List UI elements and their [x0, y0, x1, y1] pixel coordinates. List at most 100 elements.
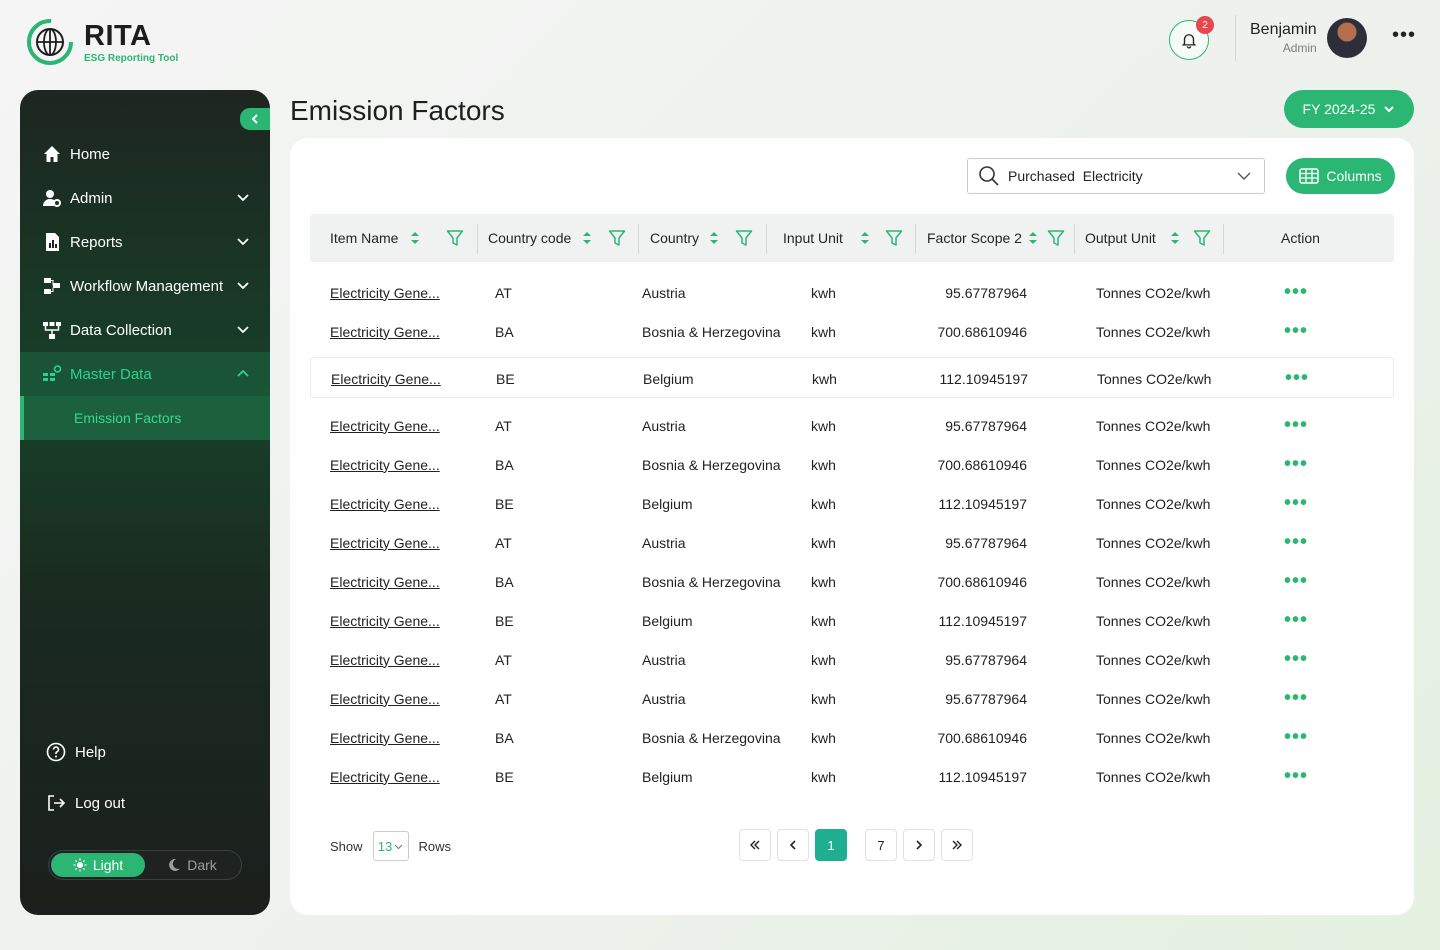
item-name-link[interactable]: Electricity Gene... [330, 484, 440, 523]
item-name-link[interactable]: Electricity Gene... [330, 601, 440, 640]
table-row[interactable]: Electricity Gene... BE Belgium kwh 112.10945… [310, 757, 1394, 796]
theme-dark-button[interactable]: Dark [145, 857, 239, 873]
filter-icon[interactable] [885, 229, 903, 247]
column-header[interactable]: Factor Scope 2 [927, 214, 1022, 262]
table-row[interactable]: Electricity Gene... BA Bosnia & Herzegovin… [310, 445, 1394, 484]
row-actions-icon[interactable]: ••• [1284, 484, 1308, 523]
sidebar-item-label: Home [70, 145, 111, 163]
rows-per-page: Show 13 Rows [330, 831, 451, 861]
sidebar-item-label: Reports [70, 233, 123, 251]
item-name-link[interactable]: Electricity Gene... [330, 640, 440, 679]
column-header[interactable]: Country code [488, 214, 571, 262]
row-actions-icon[interactable]: ••• [1284, 718, 1308, 757]
column-header[interactable]: Item Name [330, 214, 398, 262]
row-actions-icon[interactable]: ••• [1284, 312, 1308, 351]
table-row[interactable]: Electricity Gene... AT Austria kwh 95.677879… [310, 679, 1394, 718]
moon-icon [169, 858, 181, 871]
table-row[interactable]: Electricity Gene... AT Austria kwh 95.677879… [310, 406, 1394, 445]
prev-page-button[interactable] [777, 829, 809, 861]
column-header[interactable]: Action [1281, 214, 1320, 262]
country-cell: Austria [642, 284, 686, 301]
column-header[interactable]: Input Unit [783, 214, 843, 262]
row-actions-icon[interactable]: ••• [1284, 273, 1308, 312]
fiscal-year-dropdown[interactable]: FY 2024-25 [1284, 90, 1414, 128]
more-options-icon[interactable]: ••• [1392, 25, 1416, 45]
input-unit-cell: kwh [811, 417, 836, 434]
row-actions-icon[interactable]: ••• [1284, 523, 1308, 562]
row-actions-icon[interactable]: ••• [1284, 445, 1308, 484]
table-row[interactable]: Electricity Gene... BA Bosnia & Herzegovin… [310, 312, 1394, 351]
search-dropdown[interactable]: Purchased Electricity [967, 158, 1265, 194]
row-actions-icon[interactable]: ••• [1284, 562, 1308, 601]
page-button-current[interactable]: 1 [815, 829, 847, 861]
output-unit-cell: Tonnes CO2e/kwh [1096, 690, 1211, 707]
rows-per-page-select[interactable]: 13 [372, 831, 409, 861]
sidebar-item-home[interactable]: Home [20, 132, 270, 176]
theme-light-button[interactable]: Light [51, 853, 145, 877]
item-name-link[interactable]: Electricity Gene... [330, 523, 440, 562]
item-name-link[interactable]: Electricity Gene... [330, 445, 440, 484]
table-row[interactable]: Electricity Gene... AT Austria kwh 95.677879… [310, 273, 1394, 312]
next-page-button[interactable] [903, 829, 935, 861]
row-actions-icon[interactable]: ••• [1284, 640, 1308, 679]
item-name-link[interactable]: Electricity Gene... [330, 406, 440, 445]
sidebar-item-master-data[interactable]: Master Data [20, 352, 270, 396]
sidebar-subitem-emission-factors[interactable]: Emission Factors [20, 396, 270, 440]
logout-link[interactable]: Log out [46, 793, 125, 813]
item-name-link[interactable]: Electricity Gene... [330, 562, 440, 601]
row-actions-icon[interactable]: ••• [1284, 757, 1308, 796]
notifications-button[interactable]: 2 [1169, 16, 1214, 60]
item-name-link[interactable]: Electricity Gene... [330, 312, 440, 351]
input-unit-cell: kwh [811, 573, 836, 590]
sort-icon[interactable] [410, 231, 420, 245]
table-row[interactable]: Electricity Gene... BE Belgium kwh 112.10945… [310, 601, 1394, 640]
logout-label: Log out [75, 794, 126, 812]
column-header[interactable]: Output Unit [1085, 214, 1156, 262]
table-row[interactable]: Electricity Gene... AT Austria kwh 95.677879… [310, 523, 1394, 562]
item-name-link[interactable]: Electricity Gene... [330, 273, 440, 312]
table-row[interactable]: Electricity Gene... BE Belgium kwh 112.10945… [310, 484, 1394, 523]
filter-icon[interactable] [1047, 229, 1065, 247]
filter-icon[interactable] [1193, 229, 1211, 247]
page-button-last[interactable]: 7 [865, 829, 897, 861]
user-menu[interactable]: Benjamin Admin [1250, 18, 1367, 58]
avatar[interactable] [1326, 18, 1367, 58]
table-row[interactable]: Electricity Gene... BA Bosnia & Herzegovin… [310, 562, 1394, 601]
collapse-sidebar-button[interactable] [240, 108, 270, 130]
brand-title: RITA [84, 19, 152, 52]
item-name-link[interactable]: Electricity Gene... [330, 718, 440, 757]
table-header: Item Name Country code Country Input Unit Fa… [310, 214, 1394, 262]
filter-icon[interactable] [608, 229, 626, 247]
table-row[interactable]: Electricity Gene... AT Austria kwh 95.677879… [310, 640, 1394, 679]
row-actions-icon[interactable]: ••• [1284, 406, 1308, 445]
filter-icon[interactable] [446, 229, 464, 247]
row-actions-icon[interactable]: ••• [1284, 601, 1308, 640]
sidebar-item-data-collection[interactable]: Data Collection [20, 308, 270, 352]
sort-icon[interactable] [1170, 231, 1180, 245]
last-page-button[interactable] [941, 829, 973, 861]
sidebar-item-reports[interactable]: Reports [20, 220, 270, 264]
chevron-up-icon [237, 369, 249, 377]
table-row[interactable]: Electricity Gene... BE Belgium kwh 112.10945… [310, 357, 1394, 398]
help-link[interactable]: Help [46, 742, 106, 762]
factor-scope-2-cell: 95.67787964 [945, 284, 1027, 301]
table-row[interactable]: Electricity Gene... BA Bosnia & Herzegovin… [310, 718, 1394, 757]
columns-button[interactable]: Columns [1286, 158, 1395, 194]
row-actions-icon[interactable]: ••• [1285, 359, 1309, 398]
item-name-link[interactable]: Electricity Gene... [330, 757, 440, 796]
column-header[interactable]: Country [650, 214, 699, 262]
sort-icon[interactable] [860, 231, 870, 245]
item-name-link[interactable]: Electricity Gene... [331, 359, 441, 398]
item-name-link[interactable]: Electricity Gene... [330, 679, 440, 718]
sort-icon[interactable] [709, 231, 719, 245]
brand-logo[interactable]: RITA ESG Reporting Tool [26, 18, 178, 66]
filter-icon[interactable] [735, 229, 753, 247]
sidebar-item-workflow[interactable]: Workflow Management [20, 264, 270, 308]
reports-icon [46, 233, 59, 251]
country-cell: Belgium [642, 495, 693, 512]
row-actions-icon[interactable]: ••• [1284, 679, 1308, 718]
first-page-button[interactable] [739, 829, 771, 861]
sort-icon[interactable] [1028, 231, 1038, 245]
sort-icon[interactable] [582, 231, 592, 245]
sidebar-item-admin[interactable]: Admin [20, 176, 270, 220]
